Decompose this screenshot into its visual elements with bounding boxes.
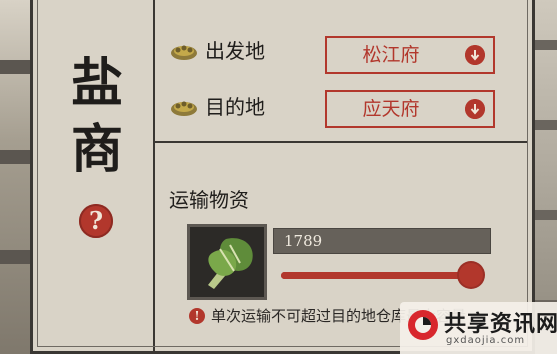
origin-label: 出发地: [205, 39, 265, 63]
warning-icon: !: [189, 308, 205, 324]
destination-select-value: 应天府: [362, 98, 420, 120]
section-divider: [153, 141, 528, 143]
quantity-slider-fill: [281, 272, 472, 279]
cabbage-icon: [208, 238, 253, 289]
watermark-text: 共享资讯网: [444, 312, 557, 337]
quantity-value: 1789: [284, 232, 323, 250]
panel-title-char-2: 商: [70, 119, 123, 180]
panel-title-column: 盐 商 ?: [33, 0, 155, 351]
quantity-field[interactable]: 1789: [273, 228, 491, 254]
chevron-down-icon: [465, 99, 485, 119]
salt-merchant-panel: 盐 商 ? 出发地 松江府 目的地 应天府 运输物资 1789 ! 单次运输不可…: [30, 0, 535, 354]
chevron-down-icon: [465, 45, 485, 65]
quantity-slider-handle[interactable]: [459, 263, 484, 287]
destination-label: 目的地: [205, 95, 265, 119]
cargo-item-slot[interactable]: [187, 224, 267, 300]
origin-select[interactable]: 松江府: [325, 36, 495, 74]
cargo-section-title: 运输物资: [169, 188, 249, 212]
watermark-url: gxdaojia.com: [446, 335, 526, 346]
destination-select[interactable]: 应天府: [325, 90, 495, 128]
panel-title-char-1: 盐: [70, 53, 123, 114]
quantity-slider[interactable]: [281, 263, 484, 287]
watermark-badge: 共享资讯网 gxdaojia.com: [400, 302, 557, 354]
town-backdrop-right: [535, 0, 557, 354]
boat-gold-icon: [171, 45, 197, 60]
town-backdrop-left: [0, 0, 30, 354]
origin-select-value: 松江府: [362, 44, 420, 66]
help-button[interactable]: ?: [79, 204, 113, 238]
watermark-logo-icon: [408, 310, 438, 340]
boat-gold-icon: [171, 101, 197, 116]
